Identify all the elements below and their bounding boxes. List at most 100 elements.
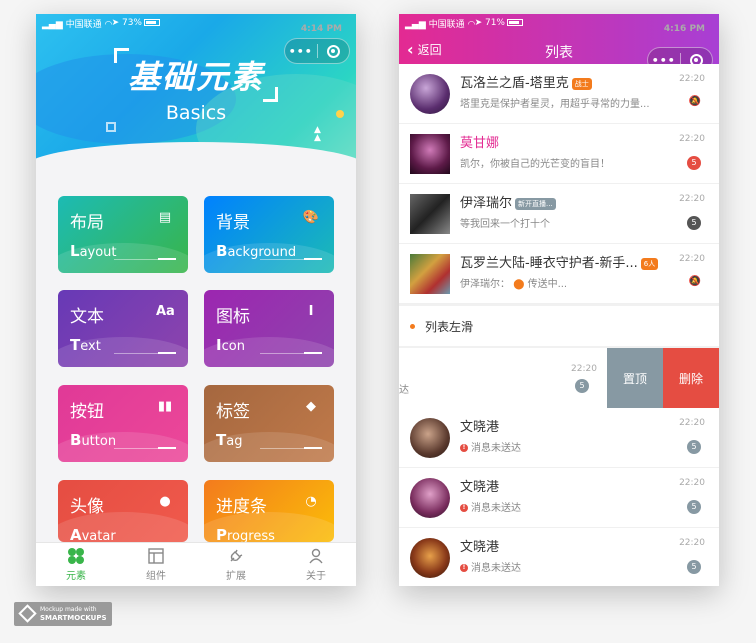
card-avatar[interactable]: 头像 Avatar ● bbox=[58, 480, 188, 542]
message-time: 22:20 bbox=[679, 538, 705, 548]
message-time: 22:20 bbox=[679, 254, 705, 264]
list-item[interactable]: 莫甘娜凯尔，你被自己的光芒变的盲目！ 22:20 5 bbox=[399, 124, 719, 184]
palette-icon: 🎨 bbox=[302, 210, 320, 225]
card-title-en: Icon bbox=[216, 336, 245, 354]
contact-name: 莫甘娜 bbox=[460, 136, 500, 151]
card-title-en: Background bbox=[216, 242, 297, 260]
message-preview: ! 消息未送达 bbox=[460, 499, 521, 514]
avatar bbox=[410, 254, 450, 294]
avatar bbox=[410, 418, 450, 458]
tab-clover[interactable]: 元素 bbox=[36, 543, 116, 586]
card-icon[interactable]: 图标 Icon I bbox=[204, 290, 334, 367]
layout-icon bbox=[147, 547, 165, 565]
message-time: 22:20 bbox=[679, 134, 705, 144]
signal-icon: ▂▄▆ bbox=[405, 19, 429, 30]
hero-title-cn: 基础元素 bbox=[114, 48, 278, 102]
status-bar: ▂▄▆ 中国联通 ◠ 4:16 PM ➤ 71% bbox=[399, 14, 719, 34]
card-title-cn: 标签 bbox=[216, 402, 250, 422]
location-arrow-icon: ➤ bbox=[474, 18, 485, 28]
phone-list: ‹ 返回 列表 ▂▄▆ 中国联通 ◠ 4:16 PM ➤ 71% ••• 瓦洛兰… bbox=[399, 14, 719, 586]
signal-carrier: ▂▄▆ 中国联通 ◠ bbox=[405, 19, 476, 30]
message-time: 22:20 bbox=[679, 194, 705, 204]
message-preview: 塔里克是保护者星灵，用超乎寻常的力量... bbox=[460, 99, 650, 110]
message-preview: ! 消息未送达 bbox=[460, 439, 521, 454]
avatar bbox=[410, 538, 450, 578]
unread-badge: 5 bbox=[687, 560, 701, 574]
avatar bbox=[410, 478, 450, 518]
tab-label: 组件 bbox=[146, 571, 166, 582]
hero-banner: 基础元素 Basics ▲ ▲ bbox=[36, 14, 356, 164]
message-time: 22:20 bbox=[679, 478, 705, 488]
card-layout[interactable]: 布局 Layout ▤ bbox=[58, 196, 188, 273]
message-time: 22:20 bbox=[679, 418, 705, 428]
location-arrow-icon: ➤ bbox=[111, 18, 122, 28]
card-tag[interactable]: 标签 Tag ◆ bbox=[204, 385, 334, 462]
unread-badge: 5 bbox=[575, 379, 589, 393]
list-item[interactable]: 伊泽瑞尔 新开直播... 等我回来一个打十个 22:20 5 bbox=[399, 184, 719, 244]
card-progress[interactable]: 进度条 Progress ◔ bbox=[204, 480, 334, 542]
battery-icon bbox=[507, 19, 523, 26]
tab-profile[interactable]: 关于 bbox=[276, 543, 356, 586]
list-item[interactable]: 瓦洛兰之盾-塔里克 战士塔里克是保护者星灵，用超乎寻常的力量... 22:20 🔕 bbox=[399, 64, 719, 124]
contact-tag: 新开直播... bbox=[515, 197, 556, 210]
unread-badge: 5 bbox=[687, 156, 701, 170]
more-icon[interactable]: ••• bbox=[285, 45, 317, 58]
delete-button[interactable]: 删除 bbox=[663, 348, 719, 408]
card-text[interactable]: 文本 Text Aa bbox=[58, 290, 188, 367]
close-miniprogram-icon[interactable] bbox=[318, 44, 350, 58]
card-title-en: Progress bbox=[216, 526, 275, 542]
unread-badge: 5 bbox=[687, 500, 701, 514]
status-time: 4:16 PM bbox=[663, 24, 705, 34]
text-font-icon: Aa bbox=[156, 304, 175, 319]
card-title-en: Tag bbox=[216, 431, 243, 449]
signal-carrier: ▂▄▆ 中国联通 ◠ bbox=[42, 19, 113, 30]
tab-label: 关于 bbox=[306, 571, 326, 582]
location-pin-icon: ⬤ bbox=[513, 279, 525, 290]
tab-layout[interactable]: 组件 bbox=[116, 543, 196, 586]
unread-badge: 5 bbox=[687, 216, 701, 230]
card-title-cn: 头像 bbox=[70, 497, 104, 517]
warning-icon: ! bbox=[460, 564, 468, 572]
card-title-cn: 文本 bbox=[70, 307, 104, 327]
i-cursor-icon: I bbox=[308, 304, 314, 319]
truncated-message: 达 bbox=[399, 385, 409, 396]
list-item[interactable]: 文晓港 ! 消息未送达 22:20 5 bbox=[399, 468, 719, 528]
tab-label: 扩展 bbox=[226, 571, 246, 582]
tab-plug[interactable]: 扩展 bbox=[196, 543, 276, 586]
list-item[interactable]: 文晓港 ! 消息未送达 22:20 5 bbox=[399, 408, 719, 468]
list-item[interactable]: 文晓港 ! 消息未送达 22:20 5 bbox=[399, 528, 719, 586]
message-time: 22:20 bbox=[571, 364, 597, 374]
card-title-en: Text bbox=[70, 336, 101, 354]
chat-list: 瓦洛兰之盾-塔里克 战士塔里克是保护者星灵，用超乎寻常的力量... 22:20 🔕 莫甘… bbox=[399, 64, 719, 304]
card-title-cn: 进度条 bbox=[216, 497, 267, 517]
contact-name: 瓦洛兰之盾-塔里克 战士 bbox=[460, 72, 592, 91]
contact-name: 文晓港 bbox=[460, 540, 500, 555]
message-time: 22:20 bbox=[679, 74, 705, 84]
loading-icon: ◔ bbox=[305, 494, 317, 509]
message-preview: 伊泽瑞尔： ⬤ 传送中... bbox=[460, 279, 568, 290]
section-title: 列表左滑 bbox=[399, 306, 719, 346]
dot-decoration-icon bbox=[336, 110, 344, 118]
card-title-en: Layout bbox=[70, 242, 117, 260]
mute-bell-icon: 🔕 bbox=[688, 96, 701, 107]
warning-icon: ! bbox=[460, 504, 468, 512]
card-title-en: Button bbox=[70, 431, 117, 449]
message-preview: 凯尔，你被自己的光芒变的盲目！ bbox=[460, 159, 610, 170]
smartmockups-logo-icon bbox=[18, 604, 37, 623]
battery-status: ➤ 71% bbox=[459, 18, 523, 28]
battery-icon bbox=[144, 19, 160, 26]
swipe-list-item[interactable]: 达 22:20 5 置顶 删除 bbox=[399, 348, 719, 408]
card-title-cn: 按钮 bbox=[70, 402, 104, 422]
video-play-icon: ▮▮ bbox=[157, 399, 173, 414]
battery-status: ➤ 73% bbox=[96, 18, 160, 28]
card-title-cn: 布局 bbox=[70, 213, 104, 233]
pin-button[interactable]: 置顶 bbox=[607, 348, 663, 408]
avatar bbox=[410, 134, 450, 174]
warning-icon: ! bbox=[460, 444, 468, 452]
list-item[interactable]: 瓦罗兰大陆-睡衣守护者-新手... 6人 伊泽瑞尔： ⬤ 传送中... 22:20 🔕 bbox=[399, 244, 719, 304]
card-background[interactable]: 背景 Background 🎨 bbox=[204, 196, 334, 273]
miniprogram-capsule: ••• bbox=[284, 38, 350, 64]
unread-badge: 5 bbox=[687, 440, 701, 454]
card-title-cn: 背景 bbox=[216, 213, 250, 233]
card-button[interactable]: 按钮 Button ▮▮ bbox=[58, 385, 188, 462]
